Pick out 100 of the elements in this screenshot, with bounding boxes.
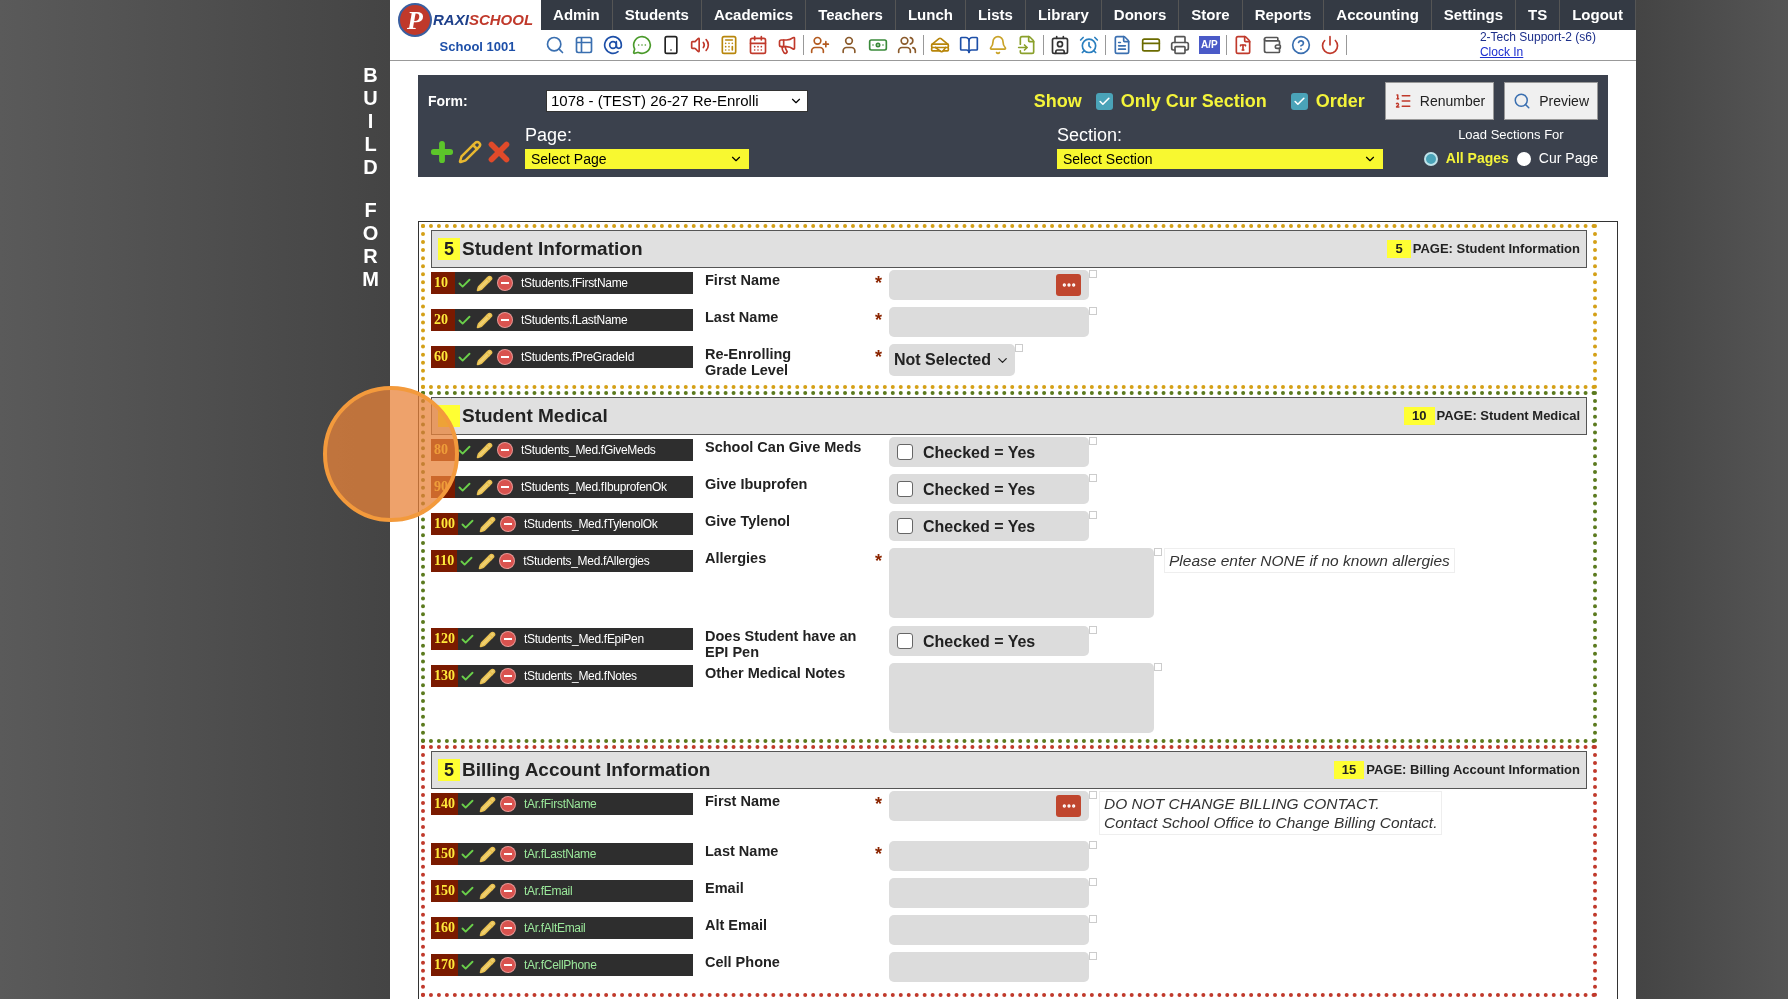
pencil-icon[interactable] <box>478 552 496 570</box>
small-checkbox[interactable] <box>1089 791 1097 799</box>
contact-icon[interactable] <box>1050 35 1071 55</box>
text-input[interactable] <box>889 307 1089 337</box>
nav-link[interactable]: Library <box>1025 0 1102 30</box>
text-input[interactable] <box>889 270 1089 300</box>
remove-icon[interactable] <box>497 442 513 458</box>
nav-link[interactable]: Reports <box>1242 0 1325 30</box>
checkbox-field[interactable]: Checked = Yes <box>889 511 1089 541</box>
remove-icon[interactable] <box>500 796 516 812</box>
pencil-icon[interactable] <box>479 956 496 974</box>
remove-icon[interactable] <box>500 516 516 532</box>
table-icon[interactable] <box>574 35 595 55</box>
alarm-clock-icon[interactable] <box>1079 35 1100 55</box>
checkbox-field[interactable]: Checked = Yes <box>889 474 1089 504</box>
nav-link[interactable]: Settings <box>1431 0 1516 30</box>
radio-button[interactable] <box>1516 151 1531 166</box>
nav-link[interactable]: Store <box>1179 0 1243 30</box>
small-checkbox[interactable] <box>1089 841 1097 849</box>
clock-in-link[interactable]: Clock In <box>1479 45 1596 60</box>
pencil-icon[interactable] <box>479 882 496 900</box>
remove-icon[interactable] <box>497 312 513 328</box>
remove-icon[interactable] <box>500 883 516 899</box>
small-checkbox[interactable] <box>1089 437 1097 445</box>
nav-link[interactable]: Lists <box>965 0 1026 30</box>
checkbox-field[interactable]: Checked = Yes <box>889 626 1089 656</box>
small-checkbox[interactable] <box>1089 474 1097 482</box>
calculator-icon[interactable] <box>719 35 740 55</box>
pencil-icon[interactable] <box>479 667 496 685</box>
pencil-icon[interactable] <box>476 348 493 366</box>
printer-icon[interactable] <box>1170 35 1191 55</box>
nav-link[interactable]: Lunch <box>895 0 966 30</box>
text-input[interactable] <box>889 915 1089 945</box>
checkbox[interactable] <box>1095 92 1113 110</box>
nav-link[interactable]: Admin <box>541 0 613 30</box>
at-sign-icon[interactable] <box>603 35 624 55</box>
text-input[interactable] <box>889 791 1089 821</box>
speaker-icon[interactable] <box>690 35 711 55</box>
nav-link[interactable]: Accounting <box>1324 0 1432 30</box>
more-button[interactable] <box>1056 274 1081 296</box>
small-checkbox[interactable] <box>1089 915 1097 923</box>
card-icon[interactable] <box>1141 35 1162 55</box>
page-select[interactable]: Select Page <box>525 149 749 169</box>
pencil-icon[interactable] <box>476 478 493 496</box>
checkbox[interactable] <box>897 633 913 649</box>
help-icon[interactable] <box>1290 35 1311 55</box>
small-checkbox[interactable] <box>1089 878 1097 886</box>
ap-icon[interactable]: A/P <box>1199 36 1220 54</box>
preview-button[interactable]: Preview <box>1504 82 1598 120</box>
remove-icon[interactable] <box>500 920 516 936</box>
small-checkbox[interactable] <box>1089 952 1097 960</box>
small-checkbox[interactable] <box>1089 511 1097 519</box>
remove-icon[interactable] <box>499 553 516 569</box>
pencil-icon[interactable] <box>476 441 493 459</box>
wallet-icon[interactable] <box>1261 35 1282 55</box>
checkbox[interactable] <box>897 444 913 460</box>
remove-icon[interactable] <box>500 631 516 647</box>
section-select[interactable]: Select Section <box>1057 149 1383 169</box>
pencil-icon[interactable] <box>479 845 496 863</box>
remove-icon[interactable] <box>500 957 516 973</box>
power-icon[interactable] <box>1319 35 1340 55</box>
book-icon[interactable] <box>959 35 980 55</box>
small-checkbox[interactable] <box>1154 663 1162 671</box>
text-input[interactable] <box>889 952 1089 982</box>
add-person-icon[interactable] <box>810 35 831 55</box>
pencil-icon[interactable] <box>479 795 496 813</box>
checkbox[interactable] <box>1290 92 1308 110</box>
remove-icon[interactable] <box>500 846 516 862</box>
pencil-icon[interactable] <box>458 140 482 164</box>
remove-icon[interactable] <box>497 349 513 365</box>
search-icon[interactable] <box>545 35 566 55</box>
radio-button[interactable] <box>1423 151 1438 166</box>
nav-link[interactable]: Academics <box>701 0 807 30</box>
small-checkbox[interactable] <box>1089 307 1097 315</box>
small-checkbox[interactable] <box>1014 344 1023 352</box>
pencil-icon[interactable] <box>479 919 496 937</box>
renumber-button[interactable]: Renumber <box>1384 82 1495 120</box>
nav-link[interactable]: Students <box>612 0 702 30</box>
nav-link[interactable]: Teachers <box>806 0 896 30</box>
form-select[interactable]: 1078 - (TEST) 26-27 Re-Enrolli <box>546 90 808 112</box>
add-icon[interactable] <box>428 138 456 166</box>
text-input[interactable] <box>889 841 1089 871</box>
grade-select[interactable]: Not Selected <box>889 344 1015 376</box>
nav-link[interactable]: Donors <box>1101 0 1180 30</box>
small-checkbox[interactable] <box>1154 548 1162 556</box>
calendar-icon[interactable] <box>748 35 769 55</box>
remove-icon[interactable] <box>500 668 516 684</box>
pencil-icon[interactable] <box>479 515 496 533</box>
remove-icon[interactable] <box>497 479 513 495</box>
pencil-icon[interactable] <box>476 274 493 292</box>
more-button[interactable] <box>1056 795 1081 817</box>
remove-icon[interactable] <box>497 275 513 291</box>
small-checkbox[interactable] <box>1089 270 1097 278</box>
checkbox[interactable] <box>897 481 913 497</box>
sandwich-icon[interactable] <box>930 35 951 55</box>
small-checkbox[interactable] <box>1089 626 1097 634</box>
nav-link[interactable]: TS <box>1516 0 1561 30</box>
checkbox-field[interactable]: Checked = Yes <box>889 437 1089 467</box>
chat-icon[interactable] <box>632 35 653 55</box>
pencil-icon[interactable] <box>476 311 493 329</box>
